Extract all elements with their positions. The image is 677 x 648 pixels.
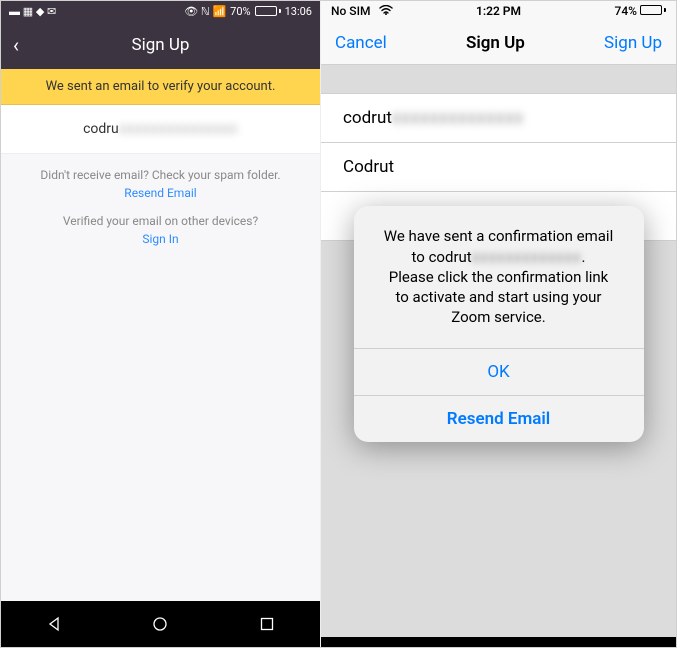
confirmation-alert: We have sent a confirmation email to cod…: [354, 206, 644, 441]
battery-pct: 74%: [615, 4, 637, 18]
status-time: 13:06: [285, 5, 312, 18]
alert-line4: to activate and start using your: [396, 288, 602, 306]
back-button[interactable]: ‹: [13, 33, 19, 57]
ios-screen: No SIM 1:22 PM 74% Cancel Sign Up Sign U…: [321, 1, 676, 647]
signup-button[interactable]: Sign Up: [604, 33, 662, 53]
name-field[interactable]: Codrut: [321, 143, 676, 192]
email-prefix: codrut: [343, 108, 392, 128]
alert-line3: Please click the confirmation link: [389, 268, 609, 286]
alert-email-blurred: xxxxxxxxxxxxx: [472, 248, 582, 266]
ios-header: Cancel Sign Up Sign Up: [321, 21, 676, 65]
alert-ok-button[interactable]: OK: [354, 348, 644, 395]
email-display: codruxxxxxxxxxxxxxxx: [1, 105, 320, 154]
ios-status-bar: No SIM 1:22 PM 74%: [321, 1, 676, 21]
email-blurred: xxxxxxxxxxxxxxx: [119, 121, 238, 137]
carrier-label: No SIM: [331, 4, 370, 18]
alert-resend-button[interactable]: Resend Email: [354, 395, 644, 442]
battery-icon: [640, 5, 666, 15]
page-title: Sign Up: [466, 33, 525, 53]
status-left-icons: ▬ ▦ ◆ ✉: [9, 5, 56, 18]
battery-pct: 70%: [230, 5, 250, 18]
nav-home-icon[interactable]: [151, 615, 169, 633]
email-prefix: codru: [83, 121, 119, 137]
page-title: Sign Up: [132, 35, 190, 55]
verified-message-block: Verified your email on other devices? Si…: [1, 200, 320, 246]
status-right-icons: 👁 ℕ 📶: [184, 5, 226, 18]
spam-message-block: Didn't receive email? Check your spam fo…: [1, 154, 320, 200]
cancel-button[interactable]: Cancel: [335, 33, 387, 53]
verified-message: Verified your email on other devices?: [21, 214, 300, 228]
sign-in-link[interactable]: Sign In: [142, 232, 178, 246]
spam-message: Didn't receive email? Check your spam fo…: [21, 168, 300, 182]
alert-line1: We have sent a confirmation email: [384, 227, 613, 245]
android-header: ‹ Sign Up: [1, 21, 320, 69]
android-nav-bar: [1, 601, 320, 647]
wifi-icon: [376, 4, 393, 18]
email-field[interactable]: codrutxxxxxxxxxxxxxx: [321, 93, 676, 143]
verification-banner: We sent an email to verify your account.: [1, 69, 320, 105]
alert-line2-suffix: .: [581, 248, 585, 266]
alert-line5: Zoom service.: [451, 308, 545, 326]
alert-line2-prefix: to codrut: [412, 248, 472, 266]
nav-back-icon[interactable]: [45, 615, 63, 633]
android-status-bar: ▬ ▦ ◆ ✉ 👁 ℕ 📶 70% 13:06: [1, 1, 320, 21]
nav-recent-icon[interactable]: [258, 615, 276, 633]
bottom-bar: [321, 637, 676, 647]
alert-message: We have sent a confirmation email to cod…: [354, 206, 644, 347]
android-screen: ▬ ▦ ◆ ✉ 👁 ℕ 📶 70% 13:06 ‹ Sign Up We sen…: [1, 1, 321, 647]
battery-icon: [255, 6, 281, 16]
resend-email-link[interactable]: Resend Email: [124, 186, 196, 200]
status-time: 1:22 PM: [476, 4, 521, 18]
email-blurred: xxxxxxxxxxxxxx: [392, 108, 524, 128]
